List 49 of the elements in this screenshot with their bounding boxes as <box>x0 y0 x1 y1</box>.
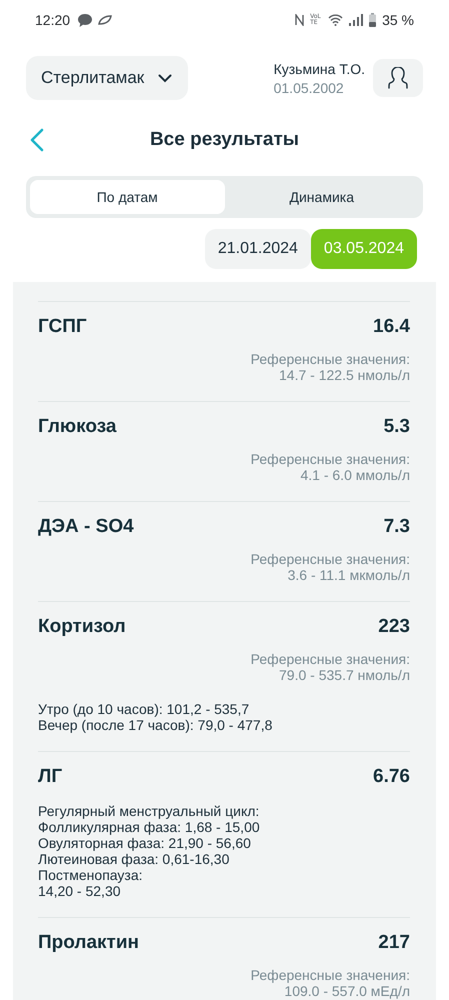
chevron-down-icon <box>158 74 172 82</box>
reference-label: Референсные значения: <box>250 967 410 983</box>
note-line: Постменопауза: <box>38 867 144 883</box>
battery-percent: 35 % <box>382 12 414 28</box>
note-line: 14,20 - 52,30 <box>38 883 122 899</box>
chevron-left-icon <box>30 128 44 152</box>
reference-label: Референсные значения: <box>250 351 410 367</box>
leaf-icon <box>98 15 112 25</box>
reference-range: 109.0 - 557.0 мЕд/л <box>284 983 410 999</box>
test-name: ДЭА - SO4 <box>38 516 134 538</box>
test-name: Кортизол <box>38 616 126 638</box>
reference-range: 79.0 - 535.7 нмоль/л <box>279 667 410 683</box>
city-dropdown[interactable]: Стерлитамак <box>26 56 188 100</box>
patient-name: Кузьмина Т.О. <box>274 60 365 76</box>
reference-range: 14.7 - 122.5 нмоль/л <box>279 367 410 383</box>
date-chip[interactable]: 21.01.2024 <box>204 229 311 269</box>
reference-label: Референсные значения: <box>250 451 410 467</box>
test-name: Глюкоза <box>38 416 116 438</box>
reference-label: Референсные значения: <box>250 651 410 667</box>
test-value: 16.4 <box>373 316 410 338</box>
note-line: Регулярный менструальный цикл: <box>38 803 260 819</box>
test-value: 5.3 <box>384 416 410 438</box>
reference-range: 4.1 - 6.0 ммоль/л <box>300 467 410 483</box>
test-name: ЛГ <box>38 766 62 788</box>
person-icon <box>388 67 408 89</box>
note-line: Вечер (после 17 часов): 79,0 - 477,8 <box>38 717 274 733</box>
note-line: Лютеиновая фаза: 0,61-16,30 <box>38 851 230 867</box>
page-title: Все результаты <box>150 129 300 151</box>
test-value: 6.76 <box>373 766 410 788</box>
birth-date: 01.05.2002 <box>274 80 344 96</box>
test-value: 7.3 <box>384 516 410 538</box>
profile-button[interactable] <box>373 59 423 97</box>
tab[interactable]: Динамика <box>224 180 419 214</box>
reference-range: 3.6 - 11.1 мкмоль/л <box>288 567 410 583</box>
test-value: 217 <box>378 932 410 954</box>
status-time: 12:20 <box>35 12 70 28</box>
test-name: ГСПГ <box>38 316 87 338</box>
test-name: Пролактин <box>38 932 140 954</box>
note-line: Утро (до 10 часов): 101,2 - 535,7 <box>38 701 250 717</box>
wifi-icon <box>328 14 344 26</box>
tab[interactable]: По датам <box>30 180 224 214</box>
signal-icon <box>349 14 364 26</box>
note-line: Фолликулярная фаза: 1,68 - 15,00 <box>38 819 261 835</box>
note-line: Овуляторная фаза: 21,90 - 56,60 <box>38 835 252 851</box>
chat-bubble-icon <box>78 14 92 26</box>
test-value: 223 <box>378 616 410 638</box>
battery-icon <box>369 13 376 27</box>
nfc-icon <box>295 14 304 26</box>
reference-label: Референсные значения: <box>250 551 410 567</box>
